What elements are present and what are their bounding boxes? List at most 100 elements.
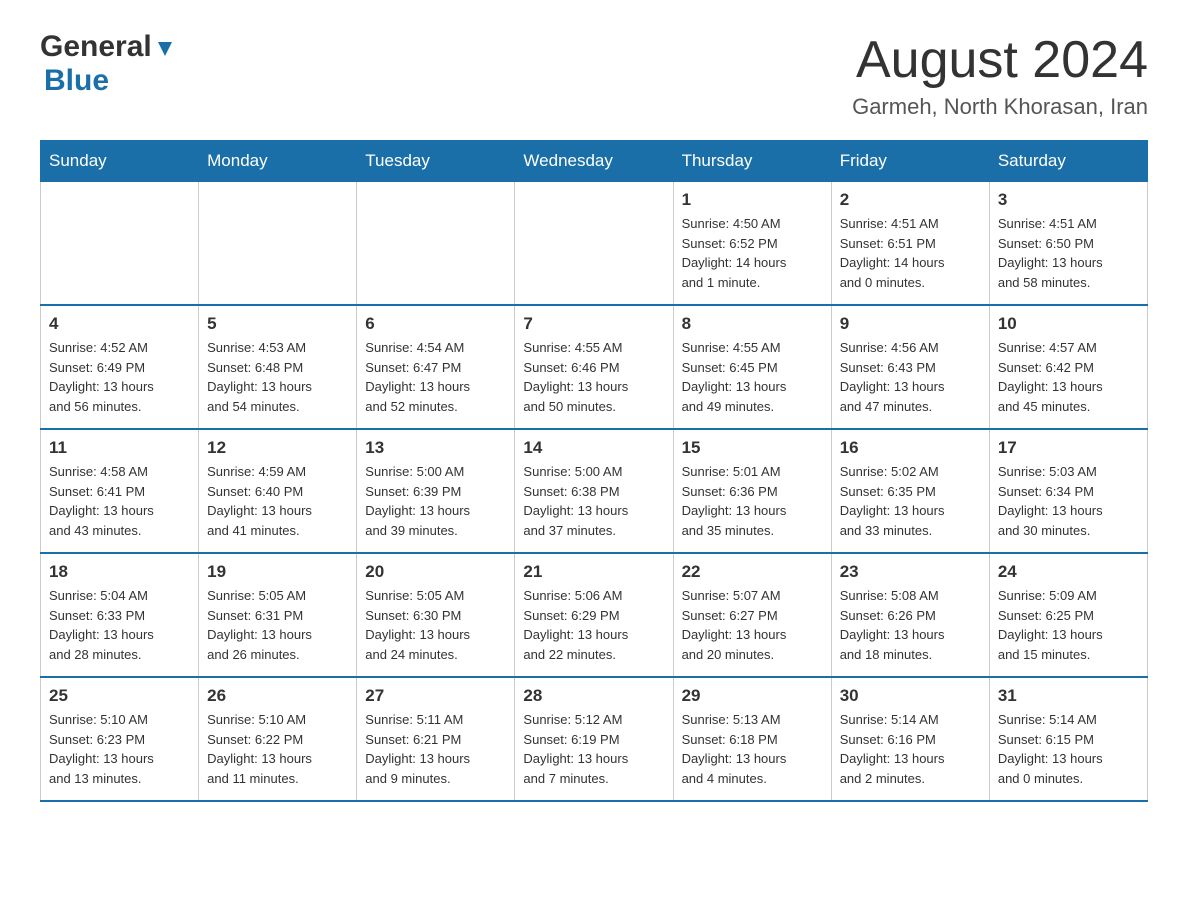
day-number: 8: [682, 314, 823, 334]
calendar-cell: 21 Sunrise: 5:06 AM Sunset: 6:29 PM Dayli…: [515, 553, 673, 677]
day-info: Sunrise: 5:00 AM Sunset: 6:39 PM Dayligh…: [365, 462, 506, 540]
day-info: Sunrise: 5:14 AM Sunset: 6:16 PM Dayligh…: [840, 710, 981, 788]
calendar-cell: 14 Sunrise: 5:00 AM Sunset: 6:38 PM Dayli…: [515, 429, 673, 553]
calendar-cell: 4 Sunrise: 4:52 AM Sunset: 6:49 PM Daylig…: [41, 305, 199, 429]
calendar-cell: 13 Sunrise: 5:00 AM Sunset: 6:39 PM Dayli…: [357, 429, 515, 553]
day-info: Sunrise: 4:58 AM Sunset: 6:41 PM Dayligh…: [49, 462, 190, 540]
day-number: 30: [840, 686, 981, 706]
day-info: Sunrise: 5:01 AM Sunset: 6:36 PM Dayligh…: [682, 462, 823, 540]
calendar-cell: 11 Sunrise: 4:58 AM Sunset: 6:41 PM Dayli…: [41, 429, 199, 553]
calendar-cell: 2Sunrise: 4:51 AM Sunset: 6:51 PM Daylig…: [831, 182, 989, 306]
day-number: 23: [840, 562, 981, 582]
day-info: Sunrise: 4:51 AM Sunset: 6:51 PM Dayligh…: [840, 214, 981, 292]
location: Garmeh, North Khorasan, Iran: [852, 94, 1148, 120]
day-info: Sunrise: 4:56 AM Sunset: 6:43 PM Dayligh…: [840, 338, 981, 416]
day-info: Sunrise: 4:52 AM Sunset: 6:49 PM Dayligh…: [49, 338, 190, 416]
day-number: 18: [49, 562, 190, 582]
day-number: 7: [523, 314, 664, 334]
day-number: 11: [49, 438, 190, 458]
day-number: 1: [682, 190, 823, 210]
calendar-cell: 5 Sunrise: 4:53 AM Sunset: 6:48 PM Daylig…: [199, 305, 357, 429]
day-header-friday: Friday: [831, 141, 989, 182]
calendar-cell: 27 Sunrise: 5:11 AM Sunset: 6:21 PM Dayli…: [357, 677, 515, 801]
calendar-cell: 26 Sunrise: 5:10 AM Sunset: 6:22 PM Dayli…: [199, 677, 357, 801]
day-header-wednesday: Wednesday: [515, 141, 673, 182]
calendar-cell: 20Sunrise: 5:05 AM Sunset: 6:30 PM Dayli…: [357, 553, 515, 677]
calendar-cell: 12Sunrise: 4:59 AM Sunset: 6:40 PM Dayli…: [199, 429, 357, 553]
day-info: Sunrise: 5:06 AM Sunset: 6:29 PM Dayligh…: [523, 586, 664, 664]
day-number: 14: [523, 438, 664, 458]
day-info: Sunrise: 4:53 AM Sunset: 6:48 PM Dayligh…: [207, 338, 348, 416]
day-number: 13: [365, 438, 506, 458]
calendar-cell: [357, 182, 515, 306]
calendar-cell: [41, 182, 199, 306]
calendar-cell: 29Sunrise: 5:13 AM Sunset: 6:18 PM Dayli…: [673, 677, 831, 801]
day-number: 12: [207, 438, 348, 458]
day-header-thursday: Thursday: [673, 141, 831, 182]
day-number: 3: [998, 190, 1139, 210]
calendar-cell: 8 Sunrise: 4:55 AM Sunset: 6:45 PM Daylig…: [673, 305, 831, 429]
day-header-tuesday: Tuesday: [357, 141, 515, 182]
day-number: 6: [365, 314, 506, 334]
day-info: Sunrise: 4:55 AM Sunset: 6:45 PM Dayligh…: [682, 338, 823, 416]
title-section: August 2024 Garmeh, North Khorasan, Iran: [852, 30, 1148, 120]
page-header: General Blue August 2024 Garmeh, North K…: [40, 30, 1148, 120]
day-number: 20: [365, 562, 506, 582]
day-number: 5: [207, 314, 348, 334]
logo-general-text: General: [40, 30, 152, 64]
day-info: Sunrise: 5:11 AM Sunset: 6:21 PM Dayligh…: [365, 710, 506, 788]
calendar-cell: 10Sunrise: 4:57 AM Sunset: 6:42 PM Dayli…: [989, 305, 1147, 429]
day-number: 15: [682, 438, 823, 458]
day-number: 9: [840, 314, 981, 334]
day-number: 17: [998, 438, 1139, 458]
day-number: 10: [998, 314, 1139, 334]
day-number: 19: [207, 562, 348, 582]
calendar-cell: 30 Sunrise: 5:14 AM Sunset: 6:16 PM Dayli…: [831, 677, 989, 801]
calendar-cell: 25Sunrise: 5:10 AM Sunset: 6:23 PM Dayli…: [41, 677, 199, 801]
day-info: Sunrise: 5:14 AM Sunset: 6:15 PM Dayligh…: [998, 710, 1139, 788]
calendar-cell: [199, 182, 357, 306]
calendar-table: SundayMondayTuesdayWednesdayThursdayFrid…: [40, 140, 1148, 802]
day-header-sunday: Sunday: [41, 141, 199, 182]
day-info: Sunrise: 5:04 AM Sunset: 6:33 PM Dayligh…: [49, 586, 190, 664]
calendar-cell: 1 Sunrise: 4:50 AM Sunset: 6:52 PM Daylig…: [673, 182, 831, 306]
days-header-row: SundayMondayTuesdayWednesdayThursdayFrid…: [41, 141, 1148, 182]
calendar-cell: 19 Sunrise: 5:05 AM Sunset: 6:31 PM Dayli…: [199, 553, 357, 677]
week-row-3: 11 Sunrise: 4:58 AM Sunset: 6:41 PM Dayli…: [41, 429, 1148, 553]
day-info: Sunrise: 5:10 AM Sunset: 6:22 PM Dayligh…: [207, 710, 348, 788]
calendar-cell: 9 Sunrise: 4:56 AM Sunset: 6:43 PM Daylig…: [831, 305, 989, 429]
logo-arrow-icon: [154, 38, 176, 60]
day-number: 26: [207, 686, 348, 706]
day-info: Sunrise: 5:00 AM Sunset: 6:38 PM Dayligh…: [523, 462, 664, 540]
calendar-cell: 16Sunrise: 5:02 AM Sunset: 6:35 PM Dayli…: [831, 429, 989, 553]
day-number: 21: [523, 562, 664, 582]
day-info: Sunrise: 5:13 AM Sunset: 6:18 PM Dayligh…: [682, 710, 823, 788]
calendar-cell: 15 Sunrise: 5:01 AM Sunset: 6:36 PM Dayli…: [673, 429, 831, 553]
day-info: Sunrise: 4:50 AM Sunset: 6:52 PM Dayligh…: [682, 214, 823, 292]
calendar-cell: 18 Sunrise: 5:04 AM Sunset: 6:33 PM Dayli…: [41, 553, 199, 677]
week-row-2: 4 Sunrise: 4:52 AM Sunset: 6:49 PM Daylig…: [41, 305, 1148, 429]
day-info: Sunrise: 5:05 AM Sunset: 6:31 PM Dayligh…: [207, 586, 348, 664]
day-info: Sunrise: 5:09 AM Sunset: 6:25 PM Dayligh…: [998, 586, 1139, 664]
day-number: 4: [49, 314, 190, 334]
calendar-cell: 3 Sunrise: 4:51 AM Sunset: 6:50 PM Daylig…: [989, 182, 1147, 306]
logo: General Blue: [40, 30, 176, 98]
day-info: Sunrise: 5:10 AM Sunset: 6:23 PM Dayligh…: [49, 710, 190, 788]
calendar-cell: 24 Sunrise: 5:09 AM Sunset: 6:25 PM Dayli…: [989, 553, 1147, 677]
day-number: 27: [365, 686, 506, 706]
week-row-1: 1 Sunrise: 4:50 AM Sunset: 6:52 PM Daylig…: [41, 182, 1148, 306]
week-row-4: 18 Sunrise: 5:04 AM Sunset: 6:33 PM Dayli…: [41, 553, 1148, 677]
day-info: Sunrise: 4:51 AM Sunset: 6:50 PM Dayligh…: [998, 214, 1139, 292]
day-info: Sunrise: 5:12 AM Sunset: 6:19 PM Dayligh…: [523, 710, 664, 788]
day-info: Sunrise: 5:02 AM Sunset: 6:35 PM Dayligh…: [840, 462, 981, 540]
day-number: 24: [998, 562, 1139, 582]
month-title: August 2024: [852, 30, 1148, 90]
day-header-monday: Monday: [199, 141, 357, 182]
calendar-cell: 23Sunrise: 5:08 AM Sunset: 6:26 PM Dayli…: [831, 553, 989, 677]
day-info: Sunrise: 4:54 AM Sunset: 6:47 PM Dayligh…: [365, 338, 506, 416]
logo-blue-text: Blue: [44, 64, 109, 97]
calendar-cell: 17Sunrise: 5:03 AM Sunset: 6:34 PM Dayli…: [989, 429, 1147, 553]
calendar-cell: 6 Sunrise: 4:54 AM Sunset: 6:47 PM Daylig…: [357, 305, 515, 429]
calendar-cell: 28Sunrise: 5:12 AM Sunset: 6:19 PM Dayli…: [515, 677, 673, 801]
day-info: Sunrise: 5:07 AM Sunset: 6:27 PM Dayligh…: [682, 586, 823, 664]
